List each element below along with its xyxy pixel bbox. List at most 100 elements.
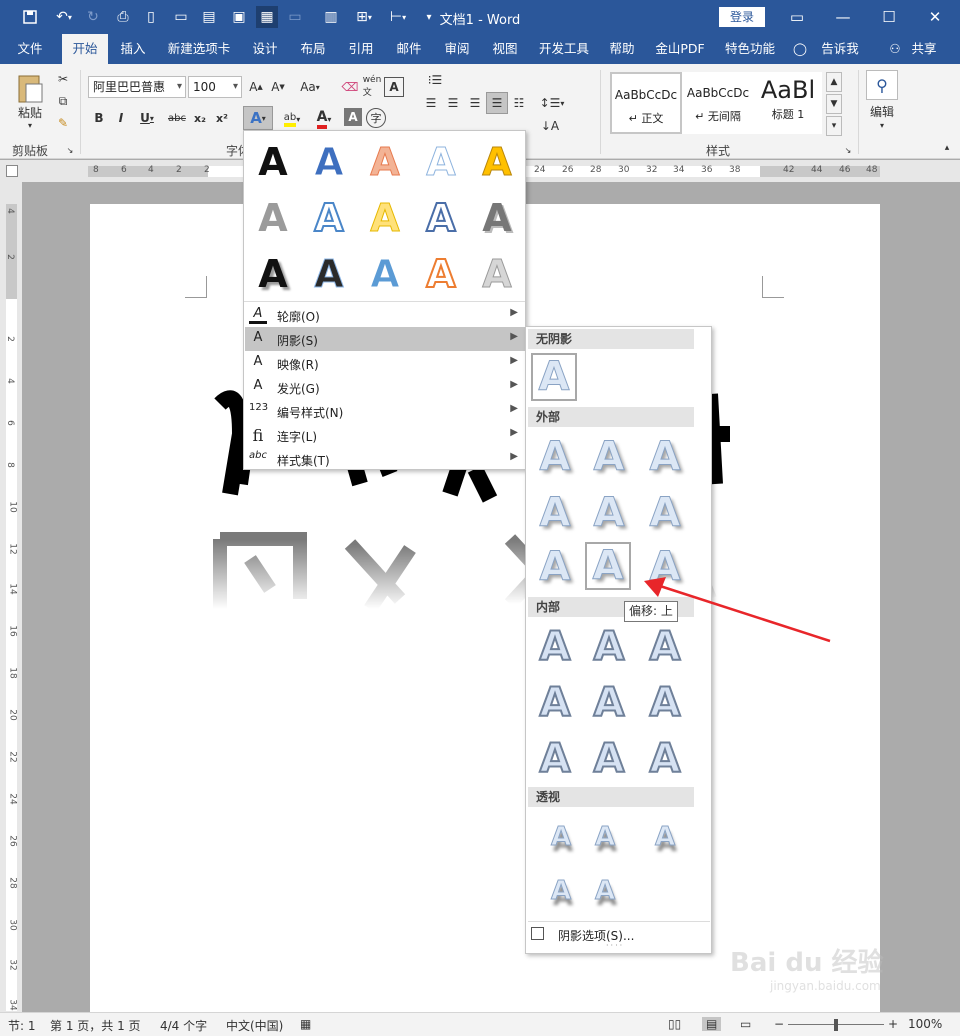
- effect-preset[interactable]: A: [248, 193, 298, 243]
- table-icon[interactable]: ⊞ ▾: [350, 6, 378, 28]
- undo-icon[interactable]: ↶ ▾: [50, 6, 78, 28]
- tab-view[interactable]: 视图: [484, 34, 526, 64]
- font-color-icon[interactable]: A ▾: [310, 108, 338, 130]
- vertical-ruler[interactable]: 4 2 2 4 6 8 10 12 14 16 18 20 22 24 26 28 30 32 34: [0, 182, 22, 1012]
- shadow-outer[interactable]: A: [586, 489, 632, 537]
- underline-icon[interactable]: U ▾: [134, 108, 160, 128]
- login-button[interactable]: 登录: [719, 7, 765, 27]
- style-no-spacing[interactable]: AaBbCcDc ↵ 无间隔: [682, 72, 754, 134]
- align-right-icon[interactable]: ☰: [466, 94, 484, 112]
- tab-new[interactable]: 新建选项卡: [160, 34, 238, 64]
- shrink-font-icon[interactable]: A ▼: [268, 77, 288, 97]
- zoom-out-icon[interactable]: −: [774, 1017, 784, 1031]
- customize-qat-icon[interactable]: ▾: [418, 6, 440, 28]
- strikethrough-icon[interactable]: abc: [166, 108, 188, 128]
- shadow-inner[interactable]: A: [586, 679, 632, 727]
- enclose-char-icon[interactable]: 字: [366, 108, 386, 128]
- paste-quick-icon[interactable]: ▤: [198, 6, 220, 28]
- ribbon-display-icon[interactable]: ▭: [774, 0, 820, 34]
- edit-label[interactable]: 编辑: [866, 102, 898, 120]
- paste-dropdown-icon[interactable]: ▾: [22, 120, 38, 130]
- tab-mailings[interactable]: 邮件: [388, 34, 430, 64]
- effect-preset[interactable]: A: [416, 137, 466, 187]
- chevron-down-icon[interactable]: ▾: [876, 120, 888, 130]
- style-heading-1[interactable]: AaBl 标题 1: [754, 72, 822, 134]
- effect-preset[interactable]: A: [472, 137, 522, 187]
- menu-item-glow[interactable]: A 发光(G) ▶: [245, 375, 526, 399]
- shadow-outer[interactable]: A: [532, 489, 578, 537]
- menu-item-ligatures[interactable]: fi 连字(L) ▶: [245, 423, 526, 447]
- read-mode-icon[interactable]: ▦: [256, 6, 278, 28]
- page-indicator[interactable]: 第 1 页，共 1 页: [50, 1017, 141, 1034]
- effect-preset[interactable]: A: [416, 193, 466, 243]
- language-indicator[interactable]: 中文(中国): [226, 1017, 283, 1034]
- menu-item-stylistic-sets[interactable]: abc 样式集(T) ▶: [245, 447, 526, 471]
- shadow-perspective[interactable]: A: [538, 813, 584, 861]
- tab-kingsoft-pdf[interactable]: 金山PDF: [648, 34, 712, 64]
- spacing-icon[interactable]: ⊢ ▾: [384, 6, 412, 28]
- format-painter-icon[interactable]: ✎: [54, 114, 72, 132]
- effect-preset[interactable]: A: [304, 193, 354, 243]
- maximize-icon[interactable]: ☐: [866, 0, 912, 34]
- macro-icon[interactable]: ▦: [300, 1017, 311, 1031]
- styles-scroll-up-icon[interactable]: ▲: [826, 72, 842, 92]
- styles-scroll-down-icon[interactable]: ▼: [826, 94, 842, 114]
- shadow-outer[interactable]: A: [532, 433, 578, 481]
- shadow-outer[interactable]: A: [586, 433, 632, 481]
- shadow-inner[interactable]: A: [586, 735, 632, 783]
- print-layout-view-icon[interactable]: ▤: [702, 1017, 722, 1031]
- tab-insert[interactable]: 插入: [112, 34, 154, 64]
- style-normal[interactable]: AaBbCcDc ↵ 正文: [610, 72, 682, 134]
- shadow-perspective[interactable]: A: [582, 813, 628, 861]
- shadow-inner[interactable]: A: [642, 735, 688, 783]
- save-icon[interactable]: [19, 6, 41, 28]
- tab-references[interactable]: 引用: [340, 34, 382, 64]
- columns-icon[interactable]: ▥: [320, 6, 342, 28]
- shadow-outer[interactable]: A: [642, 433, 688, 481]
- menu-item-number-style[interactable]: 123 编号样式(N) ▶: [245, 399, 526, 423]
- cut-icon[interactable]: ✂: [54, 70, 72, 88]
- align-center-icon[interactable]: ☰: [444, 94, 462, 112]
- tab-file[interactable]: 文件: [10, 34, 50, 64]
- zoom-level[interactable]: 100%: [908, 1017, 942, 1031]
- shadow-perspective[interactable]: A: [582, 867, 628, 915]
- copy-icon[interactable]: ⧉: [54, 92, 72, 110]
- line-spacing-icon[interactable]: ↕☰ ▾: [538, 94, 566, 112]
- layout-icon[interactable]: ▭: [284, 6, 306, 28]
- italic-icon[interactable]: I: [112, 108, 130, 128]
- zoom-slider-thumb[interactable]: [834, 1019, 838, 1031]
- tab-layout[interactable]: 布局: [292, 34, 334, 64]
- print-preview-icon[interactable]: ⎙: [112, 6, 134, 28]
- effect-preset[interactable]: A: [416, 249, 466, 299]
- highlight-color-icon[interactable]: ab ▾: [278, 108, 306, 130]
- align-left-icon[interactable]: ☰: [422, 94, 440, 112]
- effect-preset[interactable]: A: [304, 137, 354, 187]
- effect-preset[interactable]: A: [360, 193, 410, 243]
- effect-preset[interactable]: A: [472, 193, 522, 243]
- shadow-outer-offset-top[interactable]: A: [585, 542, 631, 590]
- bullets-icon[interactable]: ⁝☰: [420, 70, 450, 90]
- shadow-options-icon[interactable]: [531, 927, 544, 940]
- styles-launcher-icon[interactable]: ↘: [842, 144, 854, 156]
- shadow-inner[interactable]: A: [642, 679, 688, 727]
- char-shading-icon[interactable]: A: [344, 108, 362, 126]
- effect-preset[interactable]: A: [248, 137, 298, 187]
- shadow-none[interactable]: A: [531, 353, 577, 401]
- close-icon[interactable]: ✕: [912, 0, 958, 34]
- tab-selector-icon[interactable]: [6, 165, 18, 177]
- effect-preset[interactable]: A: [248, 249, 298, 299]
- tab-home[interactable]: 开始: [62, 34, 108, 64]
- shadow-inner[interactable]: A: [532, 623, 578, 671]
- image-icon[interactable]: ▣: [228, 6, 250, 28]
- bold-icon[interactable]: B: [90, 108, 108, 128]
- lightbulb-icon[interactable]: ◯: [792, 34, 808, 64]
- tab-features[interactable]: 特色功能: [718, 34, 782, 64]
- effect-preset[interactable]: A: [472, 249, 522, 299]
- menu-item-reflection[interactable]: A 映像(R) ▶: [245, 351, 526, 375]
- change-case-icon[interactable]: Aa ▾: [296, 77, 324, 97]
- tab-review[interactable]: 审阅: [436, 34, 478, 64]
- effect-preset[interactable]: A: [360, 137, 410, 187]
- phonetic-guide-icon[interactable]: wén 文: [362, 75, 382, 98]
- paste-icon[interactable]: [12, 70, 48, 106]
- read-mode-view-icon[interactable]: ▯▯: [668, 1017, 681, 1031]
